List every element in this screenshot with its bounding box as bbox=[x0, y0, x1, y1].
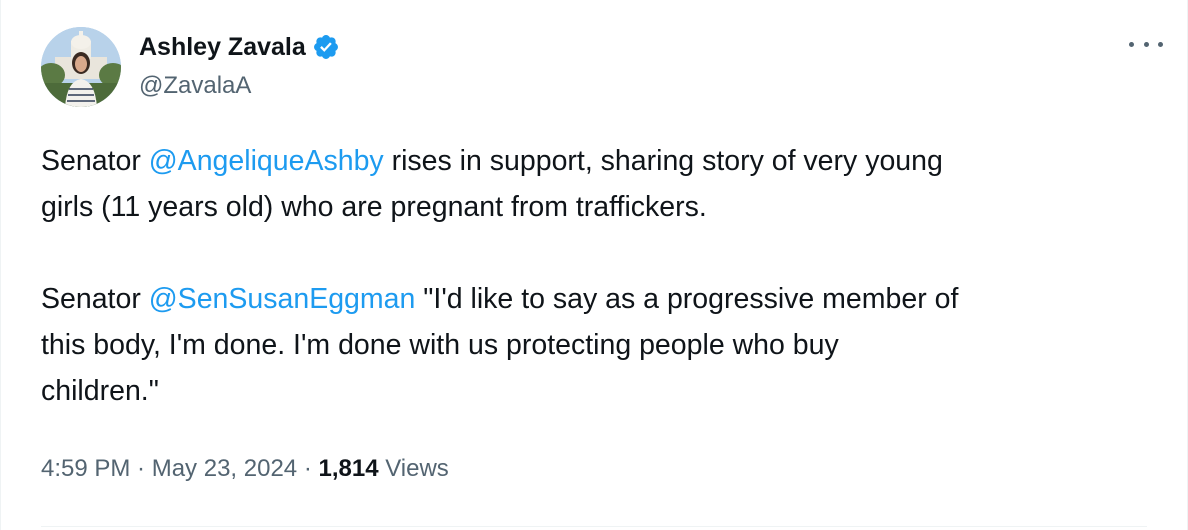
tweet-paragraph-2: Senator @SenSusanEggman "I'd like to say… bbox=[41, 276, 1151, 414]
mention-sensusaneggman[interactable]: @SenSusanEggman bbox=[149, 283, 416, 315]
dot bbox=[1129, 41, 1134, 47]
dot bbox=[1143, 41, 1149, 47]
text-span: rises in support, sharing story of very … bbox=[383, 145, 943, 177]
text-span: Senator bbox=[41, 283, 149, 315]
text-span: girls (11 years old) who are pregnant fr… bbox=[41, 191, 707, 223]
author-handle[interactable]: @ZavalaA bbox=[139, 72, 251, 100]
tweet-paragraph-1: Senator @AngeliqueAshby rises in support… bbox=[41, 138, 1151, 230]
dot bbox=[1158, 41, 1163, 47]
more-options-icon[interactable] bbox=[1129, 32, 1163, 56]
text-span: Senator bbox=[41, 145, 149, 177]
views-label: Views bbox=[378, 455, 449, 482]
author-avatar[interactable] bbox=[41, 27, 121, 107]
tweet-time[interactable]: 4:59 PM bbox=[41, 455, 130, 482]
tweet-card: Ashley Zavala @ZavalaA Senator @Angeliqu… bbox=[0, 0, 1188, 530]
author-display-name[interactable]: Ashley Zavala bbox=[139, 33, 306, 62]
tweet-text: Senator @AngeliqueAshby rises in support… bbox=[41, 138, 1151, 414]
meta-separator: · bbox=[130, 455, 152, 482]
mention-angeliqueashby[interactable]: @AngeliqueAshby bbox=[149, 145, 384, 177]
profile-photo-icon bbox=[41, 27, 121, 107]
tweet-date[interactable]: May 23, 2024 bbox=[152, 455, 297, 482]
divider bbox=[41, 526, 1147, 527]
meta-separator: · bbox=[297, 455, 319, 482]
text-span: "I'd like to say as a progressive member… bbox=[415, 283, 959, 315]
text-span: children." bbox=[41, 375, 159, 407]
text-span: this body, I'm done. I'm done with us pr… bbox=[41, 329, 839, 361]
author-name-row: Ashley Zavala bbox=[139, 30, 340, 64]
tweet-meta: 4:59 PM · May 23, 2024 · 1,814 Views bbox=[41, 455, 449, 483]
views-count: 1,814 bbox=[318, 455, 379, 482]
verified-badge-icon[interactable] bbox=[312, 33, 340, 61]
